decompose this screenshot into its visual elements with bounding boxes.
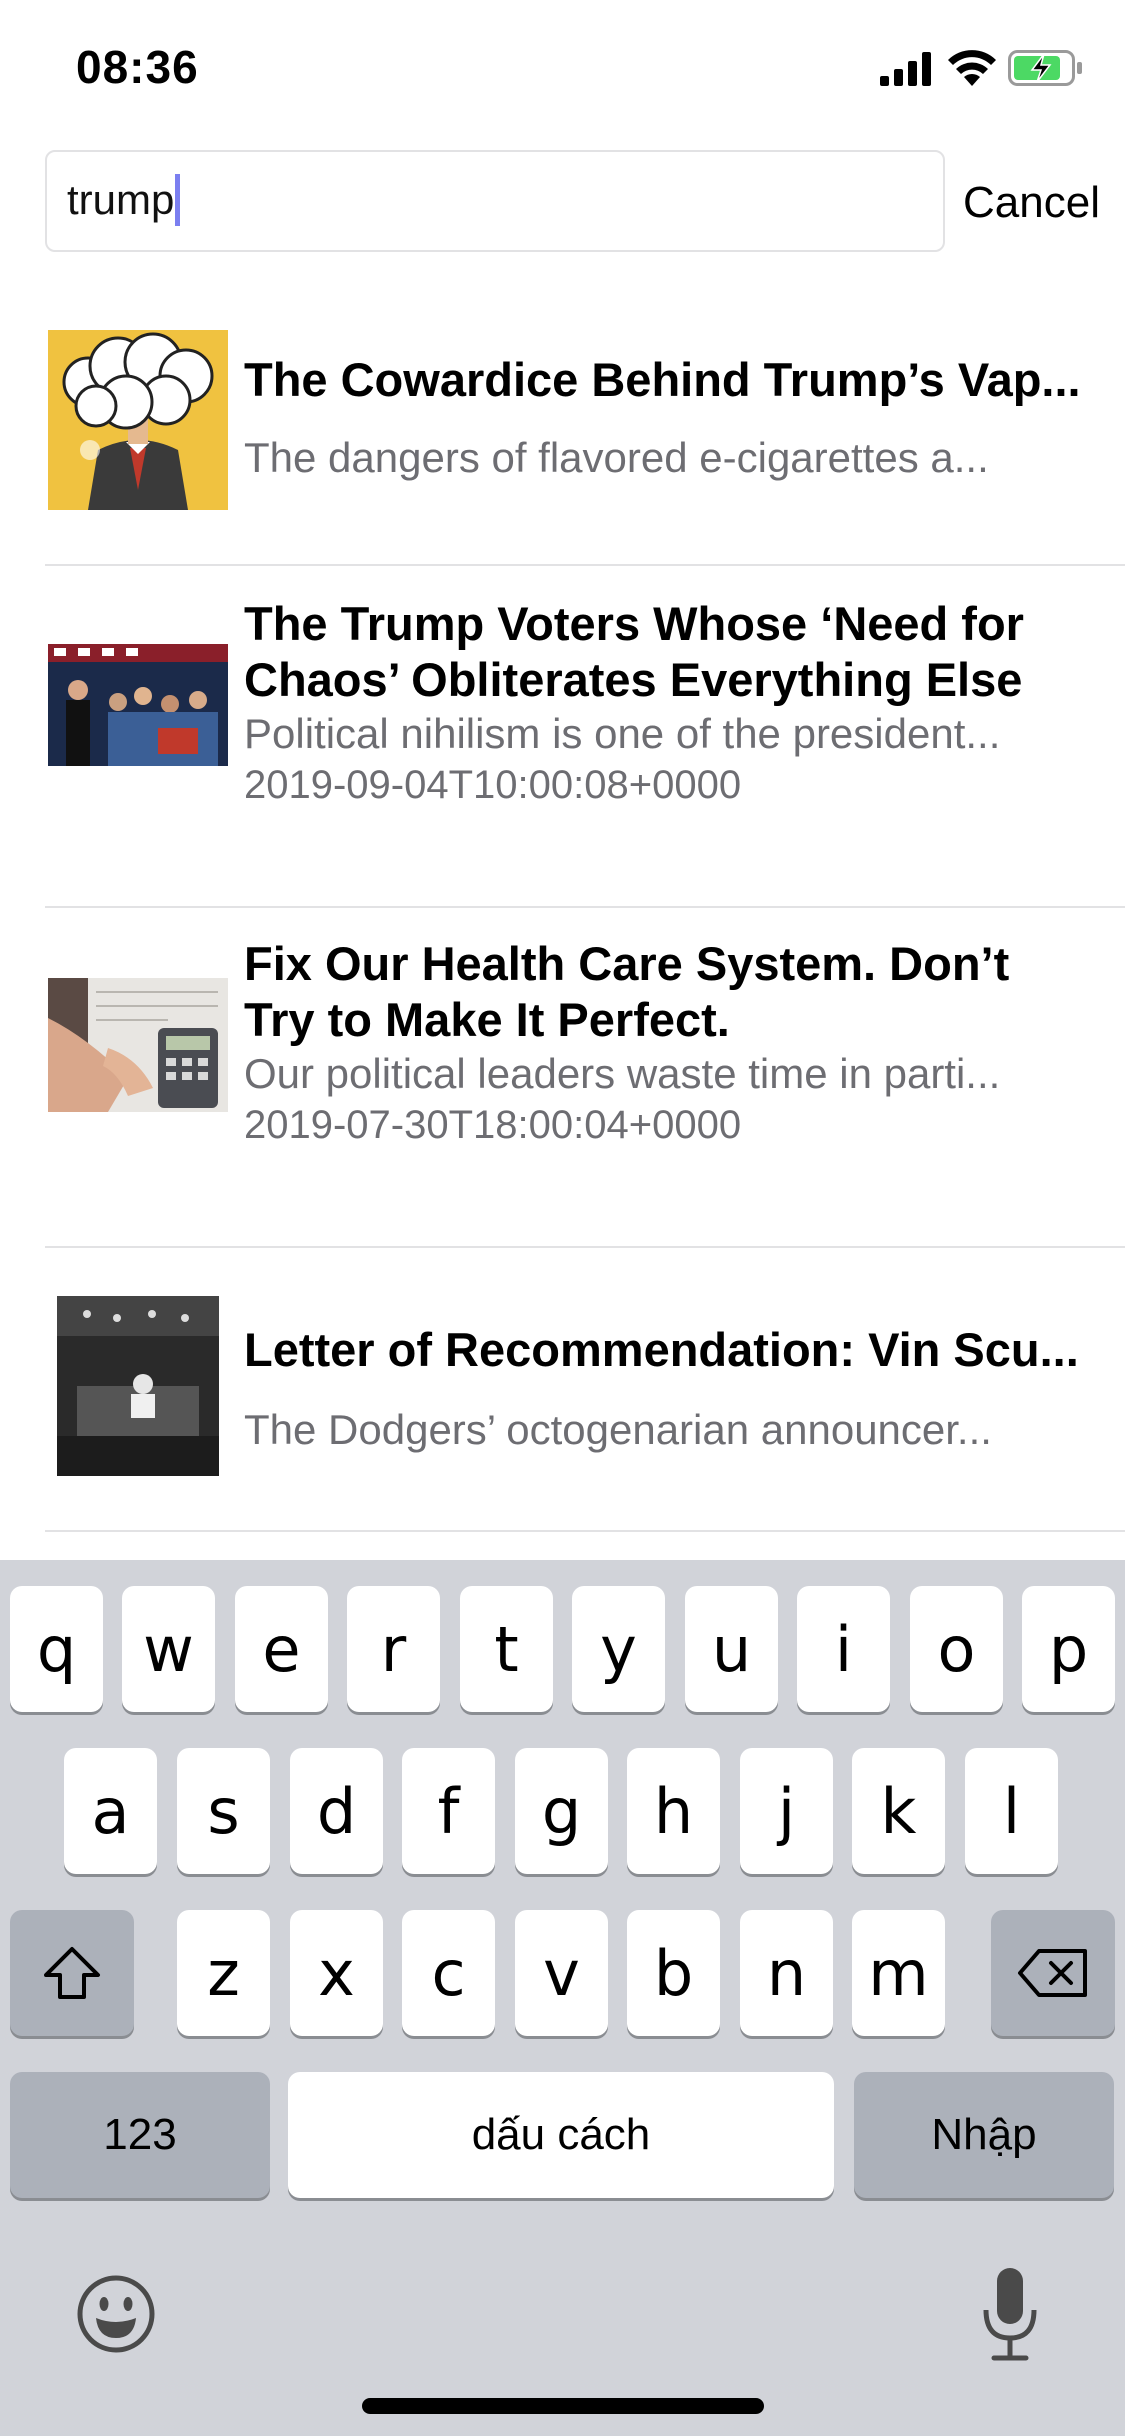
key-v[interactable]: v [515,1910,608,2036]
result-description: Political nihilism is one of the preside… [244,710,1001,757]
result-item[interactable]: Letter of Recommendation: Vin Scu... The… [0,1246,1125,1532]
key-b[interactable]: b [627,1910,720,2036]
text-caret [175,174,181,226]
key-c[interactable]: c [402,1910,495,2036]
key-i[interactable]: i [797,1586,890,1712]
status-bar: 08:36 [0,0,1125,132]
cellular-signal-icon [880,52,931,86]
key-t[interactable]: t [460,1586,553,1712]
result-title: Letter of Recommendation: Vin Scu... [244,1323,1079,1376]
result-thumbnail [48,644,228,766]
key-d[interactable]: d [290,1748,383,1874]
key-s[interactable]: s [177,1748,270,1874]
result-title: Fix Our Health Care System. Don’t Try to… [244,937,1010,1046]
divider [45,1530,1125,1532]
result-title: The Trump Voters Whose ‘Need for Chaos’ … [244,597,1024,706]
key-q[interactable]: q [10,1586,103,1712]
result-thumbnail [57,1296,219,1476]
key-l[interactable]: l [965,1748,1058,1874]
result-date: 2019-09-04T10:00:08+0000 [244,763,742,807]
shift-icon [44,1947,100,1999]
key-w[interactable]: w [122,1586,215,1712]
key-x[interactable]: x [290,1910,383,2036]
key-n[interactable]: n [740,1910,833,2036]
key-o[interactable]: o [910,1586,1003,1712]
key-p[interactable]: p [1022,1586,1115,1712]
microphone-icon[interactable] [980,2266,1040,2362]
result-description: Our political leaders waste time in part… [244,1050,1001,1097]
emoji-icon[interactable] [76,2274,156,2354]
key-k[interactable]: k [852,1748,945,1874]
result-description: The dangers of flavored e-cigarettes a..… [244,434,989,481]
space-key[interactable]: dấu cách [288,2072,834,2198]
search-input-text: trump [67,176,175,223]
result-thumbnail [48,330,228,510]
status-time: 08:36 [76,41,199,93]
key-r[interactable]: r [347,1586,440,1712]
result-thumbnail [48,978,228,1112]
backspace-icon [1018,1949,1087,1997]
key-e[interactable]: e [235,1586,328,1712]
search-input[interactable]: trump [45,150,945,252]
numbers-key[interactable]: 123 [10,2072,270,2198]
result-item[interactable]: Fix Our Health Care System. Don’t Try to… [0,906,1125,1248]
key-y[interactable]: y [572,1586,665,1712]
key-m[interactable]: m [852,1910,945,2036]
result-item[interactable]: The Trump Voters Whose ‘Need for Chaos’ … [0,566,1125,908]
result-date: 2019-07-30T18:00:04+0000 [244,1103,742,1147]
wifi-icon [948,50,996,86]
key-f[interactable]: f [402,1748,495,1874]
key-h[interactable]: h [627,1748,720,1874]
backspace-key[interactable] [991,1910,1115,2036]
key-u[interactable]: u [685,1586,778,1712]
home-indicator[interactable] [362,2398,764,2414]
shift-key[interactable] [10,1910,134,2036]
result-title: The Cowardice Behind Trump’s Vap... [244,353,1081,406]
result-item[interactable]: The Cowardice Behind Trump’s Vap... The … [0,300,1125,566]
battery-charging-icon [1008,50,1082,86]
return-key[interactable]: Nhập [854,2072,1114,2198]
key-g[interactable]: g [515,1748,608,1874]
key-a[interactable]: a [64,1748,157,1874]
key-j[interactable]: j [740,1748,833,1874]
result-description: The Dodgers’ octogenarian announcer... [244,1406,992,1453]
cancel-button[interactable]: Cancel [963,178,1100,228]
key-z[interactable]: z [177,1910,270,2036]
